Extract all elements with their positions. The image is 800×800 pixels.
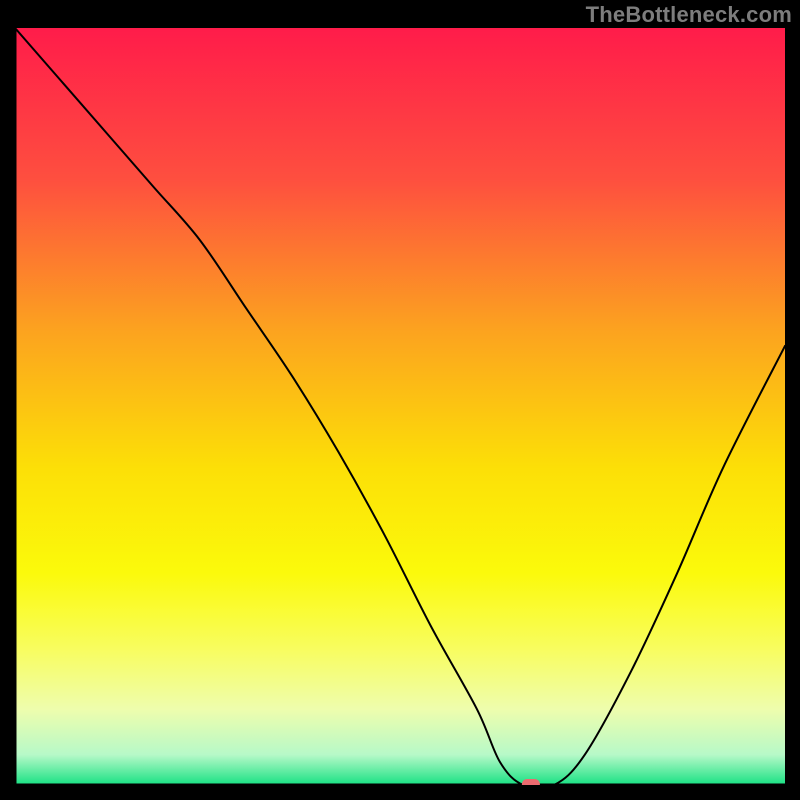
chart-background [15,28,785,785]
watermark-text: TheBottleneck.com [586,2,792,28]
minimum-marker [522,779,540,785]
bottleneck-chart [15,28,785,785]
chart-svg [15,28,785,785]
